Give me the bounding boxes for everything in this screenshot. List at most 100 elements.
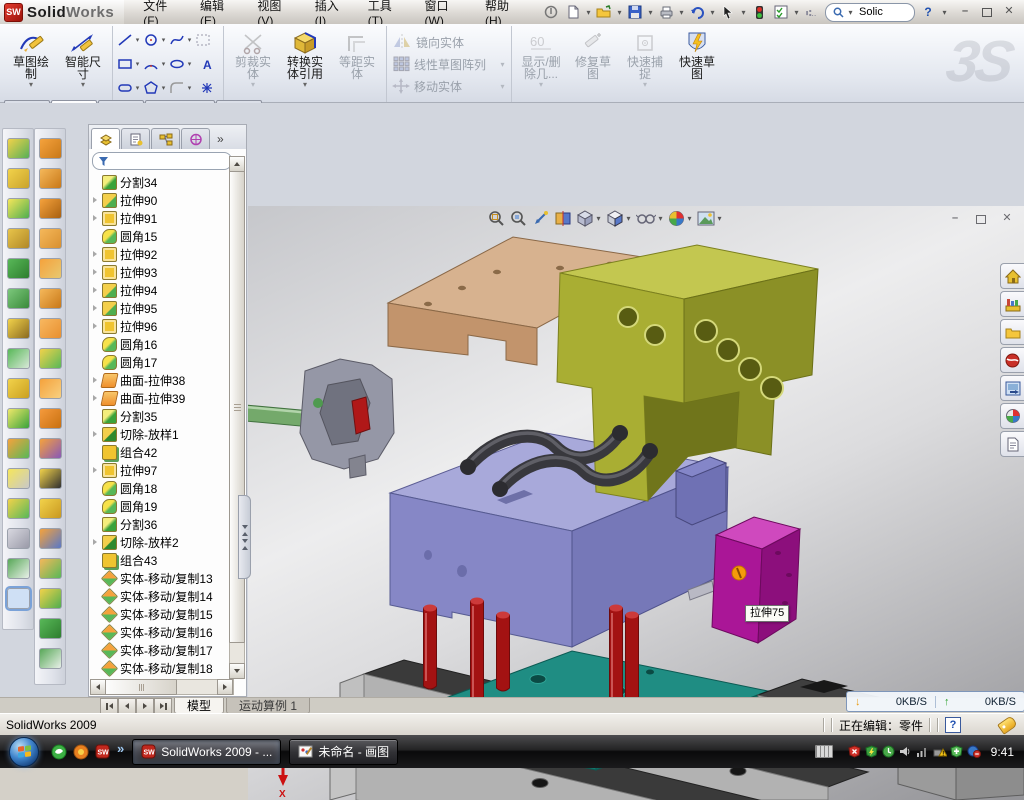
shield-red-tray-icon[interactable] [848, 745, 861, 758]
rectangle-dropdown[interactable]: ▾ [134, 60, 141, 68]
tree-item[interactable]: 拉伸92 [91, 245, 229, 263]
split-button[interactable] [7, 408, 30, 429]
minimize-button[interactable]: – [958, 6, 972, 18]
expand-arrow-icon[interactable] [91, 215, 99, 221]
health-shield-tray-icon[interactable] [950, 745, 963, 758]
quick-launch-chevron[interactable]: » [117, 741, 124, 756]
flatten-surface-button[interactable] [39, 288, 62, 309]
sketch-button[interactable]: 草图绘制▾ [5, 27, 57, 101]
pin-button[interactable] [541, 3, 561, 21]
doc-restore-button[interactable] [974, 213, 988, 225]
indent-button[interactable] [39, 258, 62, 279]
slot-dropdown[interactable]: ▾ [134, 84, 141, 92]
select-box-tool-button[interactable] [194, 28, 220, 52]
tree-item[interactable]: 拉伸96 [91, 317, 229, 335]
tree-item[interactable]: 实体-移动/复制14 [91, 587, 229, 605]
save-dropdown[interactable]: ▾ [647, 8, 654, 17]
instant3d-button[interactable] [7, 588, 30, 609]
undo-button[interactable] [687, 3, 707, 21]
tab-nav-last-button[interactable] [154, 698, 172, 714]
restore-button[interactable] [980, 6, 994, 18]
design-checker-dropdown[interactable]: ▾ [793, 8, 800, 17]
design-checker-button[interactable] [771, 3, 791, 21]
expand-arrow-icon[interactable] [91, 467, 99, 473]
new-document-dropdown[interactable]: ▾ [585, 8, 592, 17]
circle-dropdown[interactable]: ▾ [160, 36, 167, 44]
start-button[interactable] [9, 737, 39, 767]
ellipse-dropdown[interactable]: ▾ [186, 60, 193, 68]
split-line-button[interactable] [39, 528, 62, 549]
expand-arrow-icon[interactable] [91, 377, 99, 383]
rectangle-tool-button[interactable]: ▾ [116, 52, 142, 76]
smart-dimension-dropdown[interactable]: ▾ [81, 80, 85, 89]
ruled-surface-button[interactable] [39, 558, 62, 579]
linear-pattern-button[interactable] [7, 348, 30, 369]
tree-item[interactable]: 实体-移动/复制15 [91, 605, 229, 623]
scene-dropdown[interactable]: ▾ [716, 214, 723, 223]
shell-button[interactable] [7, 258, 30, 279]
sketch-fillet-tool-button[interactable]: ▾ [168, 76, 194, 100]
doc-tab-2[interactable]: 运动算例 1 [226, 698, 310, 714]
sketch-fillet-dropdown[interactable]: ▾ [186, 84, 193, 92]
arc-tool-button[interactable]: ▾ [142, 52, 168, 76]
tree-item[interactable]: 圆角19 [91, 497, 229, 515]
open-button[interactable] [594, 3, 614, 21]
taskbar-window-1[interactable]: SWSolidWorks 2009 - ... [132, 739, 281, 765]
tree-tabs-overflow[interactable]: » [217, 132, 224, 149]
messenger-green-quick-launch[interactable] [51, 744, 67, 760]
arc-dropdown[interactable]: ▾ [160, 60, 167, 68]
view-orientation-dropdown[interactable]: ▾ [625, 214, 632, 223]
knit-surface-button[interactable] [39, 438, 62, 459]
section-view-button[interactable] [554, 210, 572, 227]
rapid-sketch-button[interactable]: 快速草图 [671, 27, 723, 101]
scene-button[interactable]: ▾ [697, 211, 723, 226]
quick-tips-button[interactable]: ? [945, 717, 961, 733]
view-palette-tab[interactable] [1000, 375, 1024, 401]
spline-dropdown[interactable]: ▾ [186, 36, 193, 44]
close-button[interactable]: ✕ [1002, 6, 1016, 18]
swept-surface-button[interactable] [39, 348, 62, 369]
tree-item[interactable]: 拉伸90 [91, 191, 229, 209]
line-dropdown[interactable]: ▾ [134, 36, 141, 44]
tree-scroll-up-button[interactable] [229, 156, 245, 172]
expand-arrow-icon[interactable] [91, 269, 99, 275]
dimxpertmanager-tab[interactable] [181, 128, 210, 149]
select-cursor-button[interactable] [718, 3, 738, 21]
file-explorer-tab[interactable] [1000, 319, 1024, 345]
open-dropdown[interactable]: ▾ [616, 8, 623, 17]
display-style-dropdown[interactable]: ▾ [595, 214, 602, 223]
slot-tool-button[interactable]: ▾ [116, 76, 142, 100]
extruded-boss-base-button[interactable] [7, 138, 30, 159]
insert-block-magenta[interactable] [712, 517, 800, 643]
tree-item[interactable]: 切除-放样1 [91, 425, 229, 443]
save-button[interactable] [625, 3, 645, 21]
tree-scroll-right-button[interactable] [217, 679, 233, 695]
untrim-surface-button[interactable] [39, 498, 62, 519]
tree-hscrollbar-thumb[interactable] [105, 679, 177, 695]
tree-scroll-down-button[interactable] [229, 663, 245, 679]
tree-item[interactable]: 分割35 [91, 407, 229, 425]
search-input[interactable] [857, 5, 905, 19]
home-tab[interactable] [1000, 263, 1024, 289]
appearances-scenes-tab[interactable] [1000, 403, 1024, 429]
sketch-dropdown[interactable]: ▾ [29, 80, 33, 89]
tree-item[interactable]: 圆角18 [91, 479, 229, 497]
doc-minimize-button[interactable]: – [948, 213, 962, 225]
solidworks-red-quick-launch[interactable]: SW [95, 744, 111, 760]
appearances-dropdown[interactable]: ▾ [686, 214, 693, 223]
panel-splitter-handle[interactable] [238, 495, 251, 579]
more-commands-button[interactable]: ⑆.. [802, 3, 822, 21]
circle-tool-button[interactable]: ▾ [142, 28, 168, 52]
flex-button[interactable] [39, 138, 62, 159]
delete-body-button[interactable] [7, 468, 30, 489]
slide-rod-assembly[interactable] [248, 359, 394, 478]
curve-tool-button[interactable] [7, 528, 30, 549]
expand-arrow-icon[interactable] [91, 305, 99, 311]
taskbar-window-2[interactable]: 未命名 - 画图 [289, 739, 398, 765]
help-dropdown[interactable]: ▾ [941, 8, 948, 17]
hide-show-items-button[interactable]: ▾ [636, 211, 664, 226]
polygon-dropdown[interactable]: ▾ [160, 84, 167, 92]
extruded-cut-button[interactable] [7, 168, 30, 189]
tree-item[interactable]: 组合42 [91, 443, 229, 461]
tree-item[interactable]: 实体-移动/复制13 [91, 569, 229, 587]
